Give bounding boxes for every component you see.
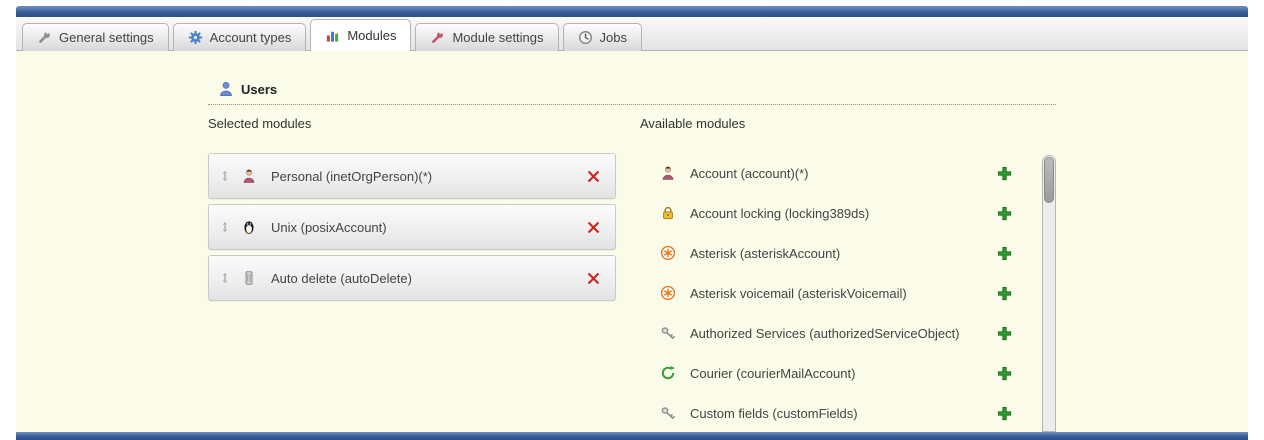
- plus-icon: [997, 326, 1012, 341]
- remove-module-button[interactable]: [586, 169, 601, 184]
- add-module-button[interactable]: [997, 166, 1012, 181]
- available-module-row: Courier (courierMailAccount): [640, 353, 1012, 393]
- modules-columns: Selected modules Personal (inetOrgPerson…: [208, 117, 1248, 432]
- selected-module-row[interactable]: Personal (inetOrgPerson)(*): [208, 153, 616, 199]
- add-module-button[interactable]: [997, 206, 1012, 221]
- drag-handle-icon[interactable]: [219, 220, 231, 234]
- tab-icon: [325, 28, 340, 43]
- available-module-row: Account (account)(*): [640, 153, 1012, 193]
- selected-modules-list: Personal (inetOrgPerson)(*) Unix (posixA…: [208, 153, 616, 301]
- tab[interactable]: Modules: [310, 19, 411, 51]
- tab[interactable]: Jobs: [563, 23, 642, 51]
- module-icon: [660, 285, 676, 301]
- plus-icon: [997, 246, 1012, 261]
- module-label: Account locking (locking389ds): [688, 206, 997, 221]
- module-icon: [241, 168, 257, 184]
- plus-icon: [997, 206, 1012, 221]
- add-module-button[interactable]: [997, 246, 1012, 261]
- section-title: Users: [241, 82, 277, 97]
- module-label: Asterisk voicemail (asteriskVoicemail): [688, 286, 997, 301]
- module-label: Unix (posixAccount): [269, 220, 586, 235]
- tab-label: Module settings: [452, 30, 543, 45]
- module-icon: [660, 405, 676, 421]
- add-module-button[interactable]: [997, 406, 1012, 421]
- tab-bar: General settings Account types Modules M…: [16, 17, 1248, 51]
- plus-icon: [997, 406, 1012, 421]
- module-label: Courier (courierMailAccount): [688, 366, 997, 381]
- content-area: Users Selected modules Personal (inetOrg…: [16, 51, 1248, 432]
- drag-handle-icon[interactable]: [219, 271, 231, 285]
- app-frame: General settings Account types Modules M…: [16, 6, 1248, 440]
- selected-modules-column: Selected modules Personal (inetOrgPerson…: [208, 117, 616, 432]
- tab[interactable]: General settings: [22, 23, 169, 51]
- main-panel: Users Selected modules Personal (inetOrg…: [16, 51, 1248, 432]
- plus-icon: [997, 166, 1012, 181]
- module-label: Account (account)(*): [688, 166, 997, 181]
- tab-label: Account types: [210, 30, 292, 45]
- module-label: Asterisk (asteriskAccount): [688, 246, 997, 261]
- drag-handle-icon[interactable]: [219, 169, 231, 183]
- bottom-bar: [16, 432, 1248, 440]
- module-label: Authorized Services (authorizedServiceOb…: [688, 326, 997, 341]
- delete-icon: [586, 169, 601, 184]
- scrollbar[interactable]: [1042, 155, 1056, 432]
- delete-icon: [586, 271, 601, 286]
- tab-icon: [188, 30, 203, 45]
- tab-icon: [430, 30, 445, 45]
- available-module-row: Authorized Services (authorizedServiceOb…: [640, 313, 1012, 353]
- scrollbar-thumb[interactable]: [1044, 157, 1054, 203]
- tab[interactable]: Module settings: [415, 23, 558, 51]
- tab[interactable]: Account types: [173, 23, 307, 51]
- module-icon: [660, 365, 676, 381]
- add-module-button[interactable]: [997, 286, 1012, 301]
- tab-label: General settings: [59, 30, 154, 45]
- available-module-row: Custom fields (customFields): [640, 393, 1012, 432]
- selected-module-row[interactable]: Auto delete (autoDelete): [208, 255, 616, 301]
- module-icon: [241, 270, 257, 286]
- add-module-button[interactable]: [997, 366, 1012, 381]
- tab-icon: [37, 30, 52, 45]
- module-label: Auto delete (autoDelete): [269, 271, 586, 286]
- available-module-row: Account locking (locking389ds): [640, 193, 1012, 233]
- module-icon: [660, 325, 676, 341]
- remove-module-button[interactable]: [586, 220, 601, 235]
- delete-icon: [586, 220, 601, 235]
- module-label: Personal (inetOrgPerson)(*): [269, 169, 586, 184]
- module-icon: [660, 165, 676, 181]
- module-icon: [660, 245, 676, 261]
- available-module-row: Asterisk voicemail (asteriskVoicemail): [640, 273, 1012, 313]
- plus-icon: [997, 366, 1012, 381]
- available-module-row: Asterisk (asteriskAccount): [640, 233, 1012, 273]
- plus-icon: [997, 286, 1012, 301]
- module-icon: [241, 219, 257, 235]
- module-icon: [660, 205, 676, 221]
- tab-label: Jobs: [600, 30, 627, 45]
- top-bar: [16, 6, 1248, 17]
- user-icon: [218, 81, 234, 97]
- tab-icon: [578, 30, 593, 45]
- selected-modules-heading: Selected modules: [208, 117, 616, 131]
- tab-label: Modules: [347, 28, 396, 43]
- module-label: Custom fields (customFields): [688, 406, 997, 421]
- available-modules-column: Available modules Account (account)(*): [640, 117, 1012, 432]
- available-modules-heading: Available modules: [640, 117, 1012, 131]
- remove-module-button[interactable]: [586, 271, 601, 286]
- add-module-button[interactable]: [997, 326, 1012, 341]
- available-modules-list: Account (account)(*) Account locking (lo…: [640, 153, 1012, 432]
- selected-module-row[interactable]: Unix (posixAccount): [208, 204, 616, 250]
- section-heading: Users: [208, 81, 1056, 105]
